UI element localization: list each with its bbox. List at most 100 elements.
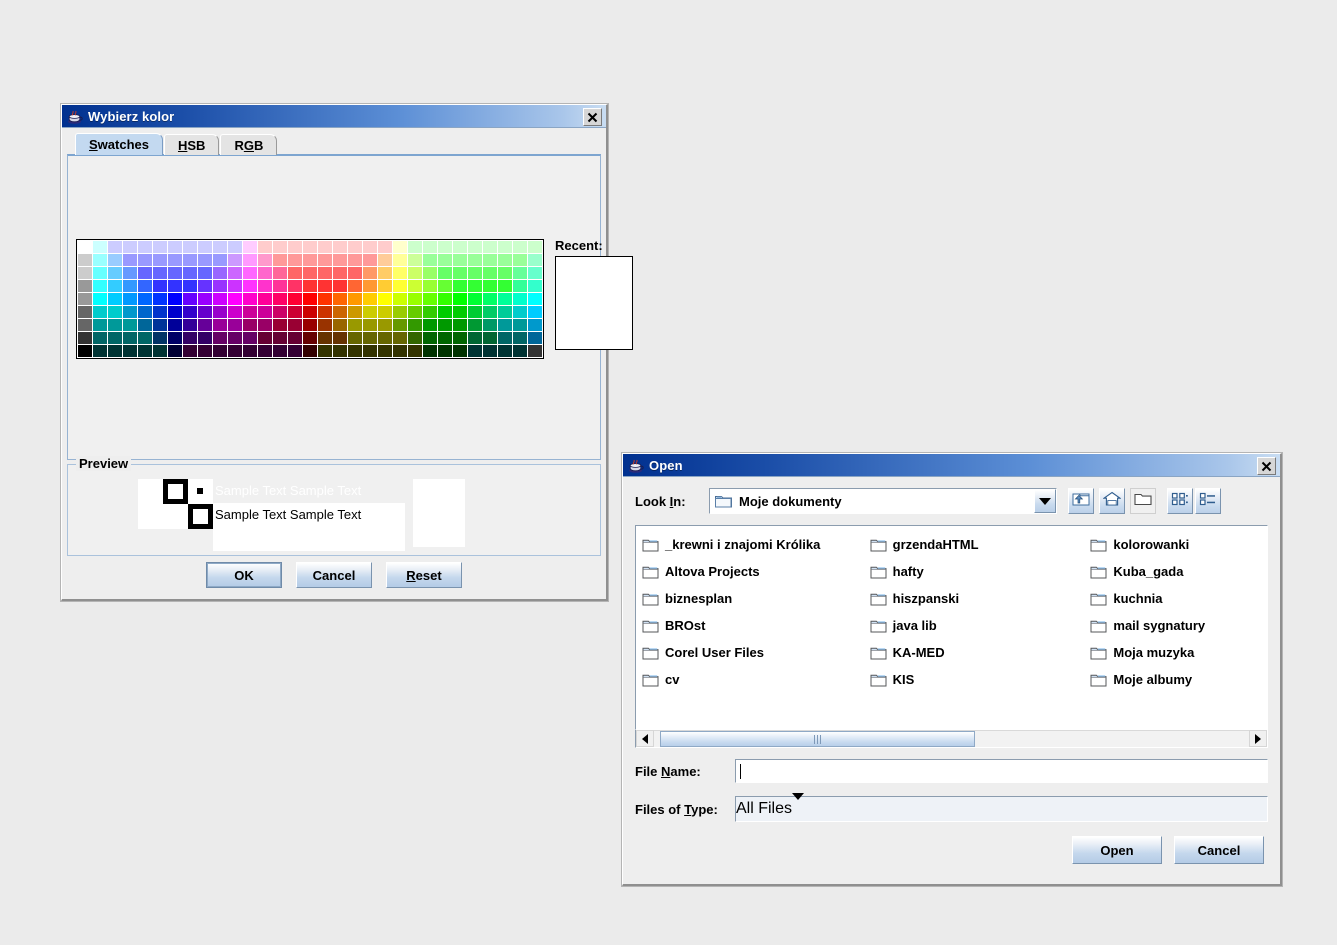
color-swatch[interactable] — [183, 306, 197, 318]
color-swatch[interactable] — [468, 280, 482, 292]
color-swatch[interactable] — [168, 280, 182, 292]
color-swatch[interactable] — [393, 306, 407, 318]
color-swatch[interactable] — [378, 332, 392, 344]
file-list-item[interactable]: biznesplan — [642, 585, 870, 612]
color-swatch[interactable] — [393, 345, 407, 357]
color-swatch[interactable] — [348, 267, 362, 279]
recent-color-swatch[interactable] — [617, 310, 631, 322]
color-swatch[interactable] — [393, 332, 407, 344]
color-swatch[interactable] — [138, 319, 152, 331]
color-swatch[interactable] — [228, 267, 242, 279]
color-swatch[interactable] — [198, 293, 212, 305]
color-swatch[interactable] — [498, 319, 512, 331]
color-swatch[interactable] — [93, 319, 107, 331]
recent-color-swatch[interactable] — [572, 323, 586, 335]
color-swatch[interactable] — [453, 241, 467, 253]
color-swatch[interactable] — [423, 254, 437, 266]
color-swatch[interactable] — [528, 267, 542, 279]
color-swatch[interactable] — [123, 345, 137, 357]
cancel-button[interactable]: Cancel — [296, 562, 372, 588]
color-swatch[interactable] — [153, 254, 167, 266]
color-swatch[interactable] — [393, 293, 407, 305]
color-swatch[interactable] — [513, 254, 527, 266]
color-swatch[interactable] — [453, 332, 467, 344]
color-swatch[interactable] — [108, 293, 122, 305]
color-swatch[interactable] — [318, 332, 332, 344]
color-swatch[interactable] — [408, 345, 422, 357]
color-swatch[interactable] — [513, 280, 527, 292]
color-swatch[interactable] — [438, 267, 452, 279]
color-swatch[interactable] — [153, 293, 167, 305]
file-list-item[interactable]: Kuba_gada — [1090, 558, 1267, 585]
up-one-level-button[interactable] — [1068, 488, 1094, 514]
color-swatch[interactable] — [483, 345, 497, 357]
color-swatch[interactable] — [183, 241, 197, 253]
color-swatch[interactable] — [528, 241, 542, 253]
color-swatch[interactable] — [243, 306, 257, 318]
color-swatch[interactable] — [153, 319, 167, 331]
color-swatch[interactable] — [138, 280, 152, 292]
chevron-down-icon[interactable] — [1034, 489, 1056, 513]
recent-color-swatch[interactable] — [557, 310, 571, 322]
new-folder-button[interactable] — [1130, 488, 1156, 514]
color-swatch[interactable] — [198, 332, 212, 344]
cancel-button[interactable]: Cancel — [1174, 836, 1264, 864]
color-swatch[interactable] — [168, 332, 182, 344]
color-swatch[interactable] — [393, 241, 407, 253]
color-swatch[interactable] — [228, 306, 242, 318]
color-swatch[interactable] — [363, 267, 377, 279]
color-swatch[interactable] — [213, 280, 227, 292]
color-swatch[interactable] — [138, 267, 152, 279]
color-swatch[interactable] — [348, 319, 362, 331]
color-swatch[interactable] — [138, 293, 152, 305]
color-swatch[interactable] — [243, 332, 257, 344]
color-swatch[interactable] — [153, 280, 167, 292]
recent-color-swatch[interactable] — [602, 284, 616, 296]
file-list-item[interactable]: _krewni i znajomi Królika — [642, 531, 870, 558]
color-swatch[interactable] — [123, 241, 137, 253]
recent-color-swatch[interactable] — [602, 323, 616, 335]
color-swatch[interactable] — [123, 293, 137, 305]
recent-color-swatch[interactable] — [557, 323, 571, 335]
color-swatch[interactable] — [273, 306, 287, 318]
scroll-thumb[interactable] — [659, 731, 976, 747]
color-swatch[interactable] — [363, 319, 377, 331]
color-swatch[interactable] — [258, 267, 272, 279]
files-of-type-combo[interactable]: All Files — [735, 793, 1268, 822]
color-swatch[interactable] — [138, 332, 152, 344]
color-swatch[interactable] — [333, 332, 347, 344]
color-swatch[interactable] — [168, 254, 182, 266]
color-swatch[interactable] — [333, 345, 347, 357]
color-swatch[interactable] — [333, 267, 347, 279]
color-swatch[interactable] — [93, 241, 107, 253]
color-swatch[interactable] — [303, 241, 317, 253]
color-swatch[interactable] — [438, 254, 452, 266]
color-swatch[interactable] — [168, 345, 182, 357]
file-list-item[interactable]: KA-MED — [870, 639, 1091, 666]
color-swatch[interactable] — [513, 345, 527, 357]
color-swatch[interactable] — [303, 345, 317, 357]
file-list-item[interactable]: KIS — [870, 666, 1091, 693]
file-list-item[interactable]: Moje albumy — [1090, 666, 1267, 693]
color-swatch[interactable] — [288, 293, 302, 305]
recent-color-swatch[interactable] — [602, 310, 616, 322]
color-swatch[interactable] — [318, 267, 332, 279]
color-swatch[interactable] — [273, 267, 287, 279]
file-list-item[interactable]: Corel User Files — [642, 639, 870, 666]
color-swatch[interactable] — [408, 319, 422, 331]
recent-color-swatch[interactable] — [557, 297, 571, 309]
color-swatch[interactable] — [123, 254, 137, 266]
color-swatch[interactable] — [498, 345, 512, 357]
color-swatch[interactable] — [123, 267, 137, 279]
color-swatch[interactable] — [483, 306, 497, 318]
color-swatch[interactable] — [288, 332, 302, 344]
color-swatch[interactable] — [183, 280, 197, 292]
color-swatch[interactable] — [78, 267, 92, 279]
color-swatch[interactable] — [123, 332, 137, 344]
color-swatch[interactable] — [438, 332, 452, 344]
color-swatch[interactable] — [318, 306, 332, 318]
recent-color-swatch[interactable] — [572, 336, 586, 348]
color-swatch[interactable] — [228, 332, 242, 344]
color-swatch[interactable] — [213, 267, 227, 279]
color-swatch[interactable] — [303, 332, 317, 344]
